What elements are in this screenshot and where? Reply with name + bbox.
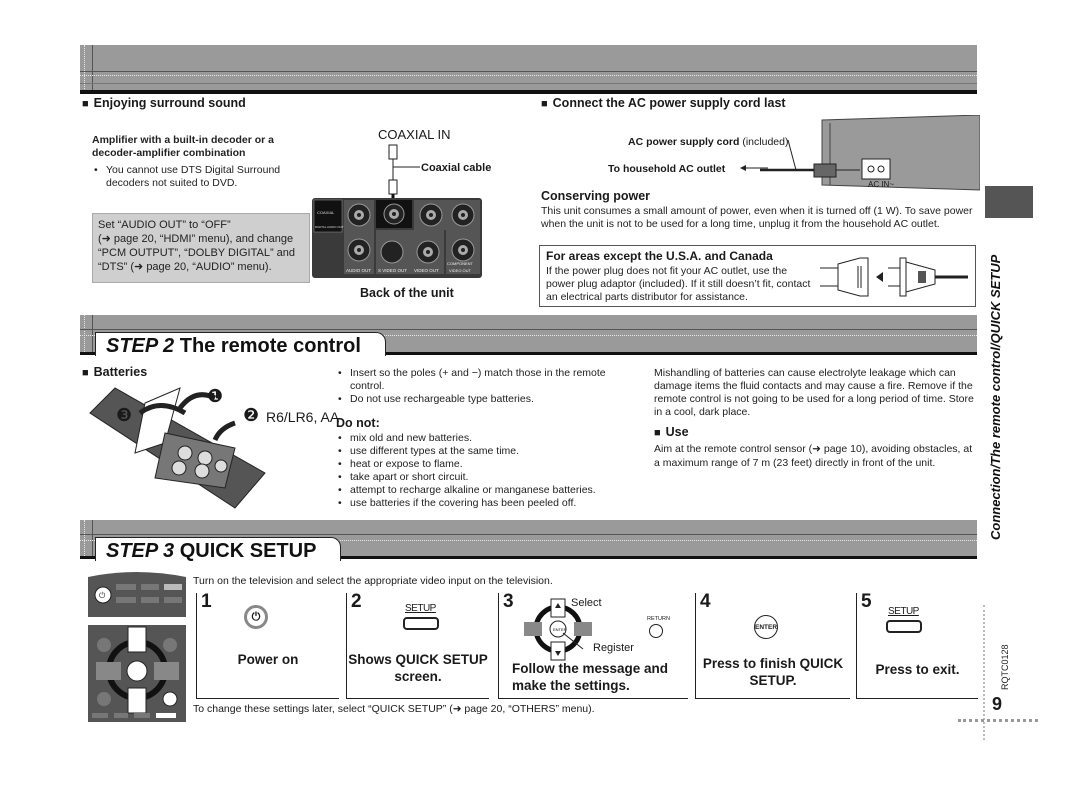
conserving-power-title: Conserving power	[541, 189, 651, 203]
do-not-list: mix old and new batteries. use different…	[336, 432, 636, 510]
arrow-left-icon	[740, 165, 768, 171]
section-tab-marker	[985, 186, 1033, 218]
setup-button-icon	[886, 620, 922, 633]
marker-2: ❷	[243, 405, 260, 425]
svg-text:S VIDEO OUT: S VIDEO OUT	[378, 268, 407, 273]
band-divider	[80, 90, 977, 94]
return-button-label: RETURN	[647, 616, 670, 622]
marker-1: ❶	[207, 386, 224, 406]
svg-text:ENTER: ENTER	[553, 627, 567, 632]
marker-3: ❸	[116, 405, 133, 425]
quick-setup-step-5: 5 SETUP Press to exit.	[856, 591, 978, 699]
step-number: 3	[503, 591, 514, 612]
step-caption: Press to exit.	[875, 662, 960, 677]
setup-button-icon	[403, 617, 439, 630]
return-button-icon	[649, 624, 663, 638]
svg-text:AUDIO OUT: AUDIO OUT	[346, 268, 371, 273]
ac-power-heading: Connect the AC power supply cord last	[541, 96, 786, 110]
ac-cord-label-rest: (included)	[739, 136, 789, 148]
note-line: “DTS” (➜ page 20, “AUDIO” menu).	[98, 261, 272, 273]
page-number: 9	[992, 694, 1003, 714]
quick-setup-step-1: 1 ⏻ Power on	[196, 591, 339, 699]
mishandling-warning: Mishandling of batteries can cause elect…	[654, 367, 974, 418]
page-edge-dots	[958, 719, 1038, 722]
bullet-item: heat or expose to flame.	[336, 458, 636, 471]
quick-setup-step-2: 2 SETUP Shows QUICK SETUP screen.	[346, 591, 489, 699]
step3-intro: Turn on the television and select the ap…	[193, 575, 553, 587]
surround-heading: Enjoying surround sound	[82, 96, 246, 110]
coaxial-cable-label: Coaxial cable	[421, 162, 492, 174]
select-label: Select	[571, 597, 602, 609]
bullet-item: use batteries if the covering has been p…	[336, 497, 636, 510]
svg-text:⏻: ⏻	[99, 591, 106, 600]
areas-text: If the power plug does not fit your AC o…	[546, 265, 811, 303]
step-caption: Follow the message and make the settings…	[512, 661, 669, 693]
areas-info-box: For areas except the U.S.A. and Canada I…	[539, 245, 976, 307]
top-header-band	[80, 45, 977, 91]
step2-title-text: The remote control	[179, 335, 361, 357]
step3-footer-note: To change these settings later, select “…	[193, 703, 595, 715]
amplifier-title: Amplifier with a built-in decoder or a d…	[92, 134, 275, 159]
document-code: RQTC0128	[1000, 644, 1010, 690]
step-number: 4	[700, 591, 711, 612]
audio-settings-note: Set “AUDIO OUT” to “OFF” (➜ page 20, “HD…	[92, 213, 310, 283]
step3-number: STEP 3	[106, 540, 175, 562]
quick-setup-step-3: 3 ENTER Select Register RETURN Follow th…	[498, 591, 688, 699]
do-not-title: Do not:	[336, 416, 380, 430]
ac-cord-label: AC power supply cord (included)	[628, 136, 788, 148]
back-of-unit-caption: Back of the unit	[360, 286, 454, 300]
step-caption: Press to finish QUICK SETUP.	[702, 656, 844, 688]
setup-button-label: SETUP	[888, 606, 919, 617]
bullet-item: use different types at the same time.	[336, 445, 636, 458]
household-outlet-label: To household AC outlet	[608, 163, 726, 175]
step3-title: STEP 3 QUICK SETUP	[95, 537, 342, 562]
battery-insert-bullets: Insert so the poles (+ and −) match thos…	[336, 367, 636, 406]
ac-in-label: AC IN~	[868, 180, 895, 189]
remote-control-illustration: ⏻	[88, 572, 186, 722]
step-caption: Power on	[237, 652, 299, 667]
bullet-item: take apart or short circuit.	[336, 471, 636, 484]
step-caption: Shows QUICK SETUP screen.	[348, 652, 488, 684]
batteries-heading: Batteries	[82, 365, 148, 379]
svg-text:DIGITAL AUDIO OUT: DIGITAL AUDIO OUT	[315, 225, 344, 229]
step3-title-text: QUICK SETUP	[179, 540, 317, 562]
svg-text:VIDEO OUT: VIDEO OUT	[449, 268, 472, 273]
svg-text:COAXIAL: COAXIAL	[317, 210, 335, 215]
surround-bullets: You cannot use DTS Digital Surround deco…	[92, 164, 307, 190]
remote-battery-illustration	[89, 387, 266, 509]
step-number: 1	[201, 591, 212, 612]
note-line: (➜ page 20, “HDMI” menu), and change	[98, 233, 294, 245]
battery-type-label: R6/LR6, AA	[266, 409, 340, 425]
svg-text:VIDEO OUT: VIDEO OUT	[414, 268, 439, 273]
use-heading: Use	[654, 425, 689, 439]
note-line: Set “AUDIO OUT” to “OFF”	[98, 219, 231, 231]
enter-button-icon: ENTER	[754, 615, 778, 639]
ac-cord-label-bold: AC power supply cord	[628, 136, 740, 148]
svg-text:COMPONENT: COMPONENT	[447, 261, 474, 266]
step2-title: STEP 2 The remote control	[95, 332, 386, 357]
step-number: 2	[351, 591, 362, 612]
register-label: Register	[593, 642, 634, 654]
note-line: “PCM OUTPUT”, “DOLBY DIGITAL” and	[98, 247, 296, 259]
bullet-item: mix old and new batteries.	[336, 432, 636, 445]
step2-number: STEP 2	[106, 335, 175, 357]
bullet-item: attempt to recharge alkaline or manganes…	[336, 484, 636, 497]
plug-adaptor-icon	[820, 257, 968, 297]
section-side-title: Connection/The remote control/QUICK SETU…	[988, 254, 1003, 540]
power-button-icon: ⏻	[244, 605, 268, 629]
bullet-item: Do not use rechargeable type batteries.	[336, 393, 636, 406]
quick-setup-step-4: 4 ENTER Press to finish QUICK SETUP.	[695, 591, 850, 699]
bullet-item: You cannot use DTS Digital Surround deco…	[92, 164, 307, 190]
setup-button-label: SETUP	[405, 603, 436, 614]
step-number: 5	[861, 591, 872, 612]
use-text: Aim at the remote control sensor (➜ page…	[654, 443, 973, 469]
conserving-power-text: This unit consumes a small amount of pow…	[541, 205, 973, 230]
bullet-item: Insert so the poles (+ and −) match thos…	[336, 367, 636, 393]
